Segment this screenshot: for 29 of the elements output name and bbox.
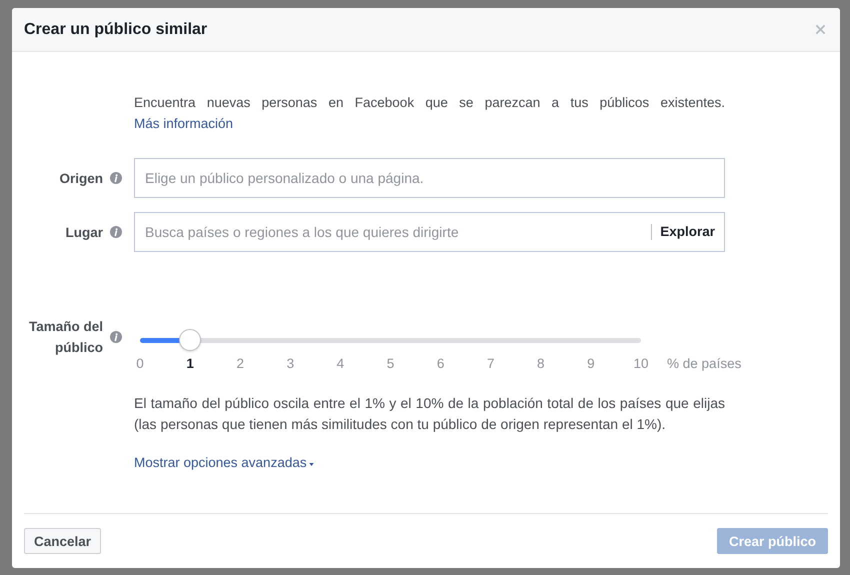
intro-text: Encuentra nuevas personas en Facebook que se parezcan a tus públicos existentes. Más información xyxy=(134,94,725,133)
tick-label[interactable]: 0 xyxy=(136,356,144,371)
tick-label[interactable]: 4 xyxy=(336,356,344,371)
unit-label: % de países xyxy=(667,356,742,371)
tick-label[interactable]: 9 xyxy=(587,356,595,371)
explore-button[interactable]: Explorar xyxy=(651,224,715,240)
dialog-title: Crear un público similar xyxy=(24,20,208,38)
field-label: Tamaño del público xyxy=(28,318,103,357)
tick-label[interactable]: 2 xyxy=(236,356,244,371)
advanced-options-link[interactable]: Mostrar opciones avanzadas xyxy=(134,455,307,470)
tick-label[interactable]: 3 xyxy=(286,356,294,371)
tick-label[interactable]: 6 xyxy=(436,356,444,371)
more-info-link[interactable]: Más información xyxy=(134,116,234,131)
cancel-button[interactable]: Cancelar xyxy=(24,528,102,554)
caret-icon[interactable] xyxy=(308,463,314,466)
tick-label[interactable]: 5 xyxy=(386,356,394,371)
slider-thumb[interactable] xyxy=(179,329,202,351)
field-label: Lugar xyxy=(65,224,103,240)
info-icon[interactable] xyxy=(110,331,122,343)
field-label: Origen xyxy=(59,170,103,186)
input-field[interactable]: Elige un público personalizado o una página. xyxy=(134,158,725,198)
close-icon[interactable] xyxy=(815,24,826,35)
tick-label[interactable]: 7 xyxy=(486,356,494,371)
tick-label[interactable]: 8 xyxy=(537,356,545,371)
description-text: El tamaño del público oscila entre el 1% y el 10% de la población total de los países que elijas (las personas que tienen más similitudes con tu público de origen representan el 1%). xyxy=(134,394,725,434)
info-icon[interactable] xyxy=(110,172,122,184)
tick-label[interactable]: 10 xyxy=(633,356,648,371)
info-icon[interactable] xyxy=(110,226,122,238)
tick-label[interactable]: 1 xyxy=(186,356,194,371)
